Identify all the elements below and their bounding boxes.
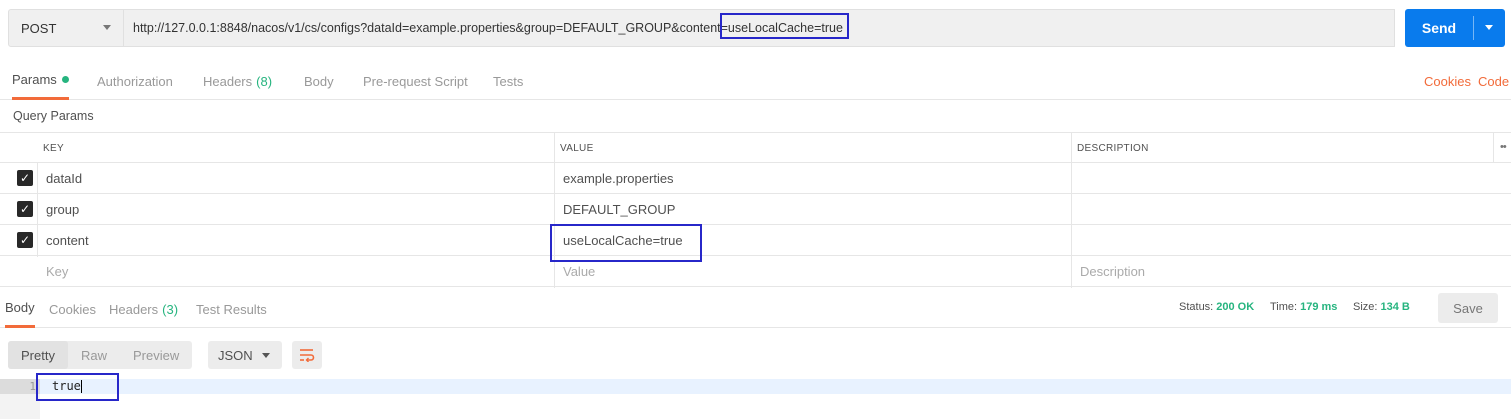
tab-tests-label: Tests [493,73,524,89]
tab-params-label: Params [12,72,57,87]
column-divider [1071,132,1072,288]
tab-tests[interactable]: Tests [493,62,523,100]
active-line-highlight [40,379,1511,394]
size-label: Size: [1353,301,1378,313]
status-label: Status: [1179,301,1214,313]
column-divider [37,163,38,257]
response-tab-headers-label: Headers [109,301,159,317]
param-key[interactable]: dataId [46,163,82,193]
time-value: 179 ms [1300,301,1338,313]
format-button-group: Pretty Raw Preview [8,341,193,369]
tab-body-label: Body [304,73,334,89]
format-raw-button[interactable]: Raw [68,341,120,369]
annotation-box-url [720,13,849,39]
annotation-box-body [36,373,119,401]
table-row: ✓ dataId example.properties [0,163,1511,194]
row-checkbox[interactable]: ✓ [17,170,33,186]
query-params-title: Query Params [13,109,94,123]
send-label: Send [1421,20,1457,36]
code-link[interactable]: Code [1478,62,1509,100]
new-description-input[interactable]: Description [1080,256,1145,286]
tab-authorization[interactable]: Authorization [97,62,173,100]
row-checkbox[interactable]: ✓ [17,201,33,217]
column-divider [554,132,555,288]
status-value: 200 OK [1216,301,1255,313]
table-row-new: Key Value Description [0,256,1511,287]
table-row: ✓ group DEFAULT_GROUP [0,194,1511,225]
tab-authorization-label: Authorization [97,73,173,89]
send-button[interactable]: Send [1405,9,1505,47]
format-type-select[interactable]: JSON [208,341,282,369]
param-key[interactable]: group [46,194,79,224]
request-tabs: Params Authorization Headers (8) Body Pr… [0,62,1511,100]
response-tab-headers-count: (3) [162,301,179,317]
tab-headers-count: (8) [256,73,273,89]
wrap-lines-icon [300,349,315,362]
checkmark-icon: ✓ [19,202,31,216]
column-header-key: KEY [43,142,64,154]
time-readout: Time: 179 ms [1270,301,1337,313]
tab-headers[interactable]: Headers (8) [203,62,272,100]
size-readout: Size: 134 B [1353,301,1410,313]
save-response-button[interactable]: Save [1438,293,1498,323]
row-checkbox[interactable]: ✓ [17,232,33,248]
column-divider [1493,132,1494,163]
response-tab-headers[interactable]: Headers (3) [109,290,178,328]
format-toolbar: Pretty Raw Preview [8,341,193,369]
params-indicator-icon [61,76,69,83]
response-editor[interactable]: 1 true [0,379,1511,419]
chevron-down-icon [262,353,270,358]
send-dropdown-icon[interactable] [1485,25,1493,30]
annotation-box-value [550,224,702,262]
tab-prerequest-script[interactable]: Pre-request Script [363,62,468,100]
time-label: Time: [1270,301,1298,313]
tab-prerequest-label: Pre-request Script [363,73,468,89]
tab-body[interactable]: Body [304,62,334,100]
param-value[interactable]: example.properties [563,163,674,193]
response-tab-test-results[interactable]: Test Results [196,290,267,328]
line-number: 1 [29,380,36,393]
table-header-row: KEY VALUE DESCRIPTION •• [0,132,1511,163]
response-tab-cookies-label: Cookies [49,301,96,317]
new-key-input[interactable]: Key [46,256,68,286]
checkmark-icon: ✓ [19,171,31,185]
method-select[interactable]: POST [8,9,124,47]
format-preview-button[interactable]: Preview [120,341,192,369]
column-header-value: VALUE [560,142,594,154]
param-key[interactable]: content [46,225,89,255]
table-row: ✓ content useLocalCache=true [0,225,1511,256]
response-tab-body-label: Body [5,300,35,315]
tab-params[interactable]: Params [12,62,69,100]
format-type-value: JSON [218,347,253,363]
size-value: 134 B [1380,301,1410,313]
method-value: POST [21,20,57,36]
column-header-description: DESCRIPTION [1077,142,1149,154]
response-tab-test-results-label: Test Results [196,301,267,317]
chevron-down-icon [103,25,111,30]
more-options-icon[interactable]: •• [1500,141,1507,153]
checkmark-icon: ✓ [19,233,31,247]
format-pretty-button[interactable]: Pretty [8,341,68,369]
response-tab-body[interactable]: Body [5,290,35,328]
cookies-link[interactable]: Cookies [1424,62,1471,100]
send-divider [1473,16,1474,40]
status-readout: Status: 200 OK [1179,301,1254,313]
param-value[interactable]: DEFAULT_GROUP [563,194,675,224]
tab-headers-label: Headers [203,73,253,89]
response-tab-cookies[interactable]: Cookies [49,290,96,328]
wrap-lines-button[interactable] [292,341,322,369]
query-params-table: KEY VALUE DESCRIPTION •• ✓ dataId exampl… [0,132,1511,287]
